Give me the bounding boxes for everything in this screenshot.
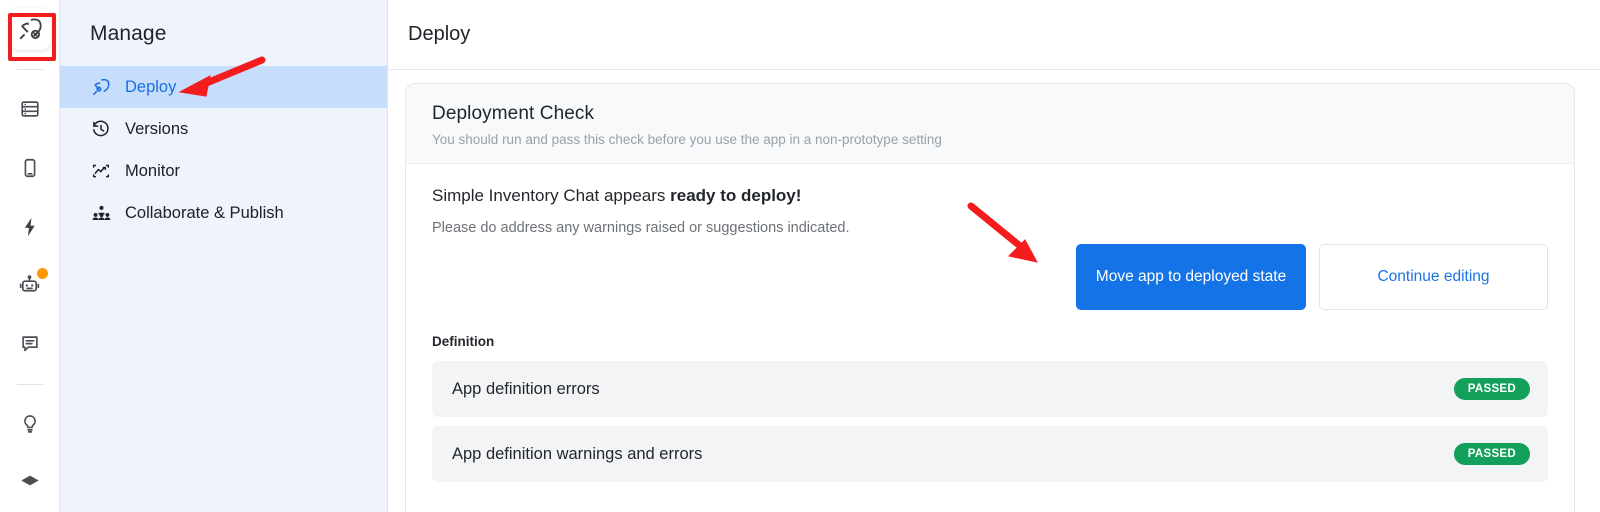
app-root: Manage Deploy Versions Monitor Collabora… <box>0 0 1600 512</box>
monitor-chart-icon <box>90 160 112 182</box>
database-icon <box>15 94 45 124</box>
check-label: App definition errors <box>452 379 600 398</box>
move-app-to-deployed-state-button[interactable]: Move app to deployed state <box>1076 244 1306 310</box>
card-body: Simple Inventory Chat appears ready to d… <box>406 164 1574 482</box>
check-row[interactable]: App definition errors PASSED <box>432 361 1548 417</box>
check-label: App definition warnings and errors <box>452 444 703 463</box>
sidebar-item-label: Versions <box>125 119 189 138</box>
sidebar-nav-list: Deploy Versions Monitor Collaborate & Pu… <box>60 66 387 234</box>
definition-section-label: Definition <box>432 334 495 349</box>
rail-item-ideas[interactable] <box>0 395 60 454</box>
check-row[interactable]: App definition warnings and errors PASSE… <box>432 426 1548 482</box>
card-subheading: You should run and pass this check befor… <box>432 132 942 147</box>
rail-item-data[interactable] <box>0 80 60 139</box>
warnings-note: Please do address any warnings raised or… <box>432 220 850 236</box>
status-badge: PASSED <box>1453 378 1530 400</box>
sidebar-title: Manage <box>90 22 167 45</box>
sidebar-item-versions[interactable]: Versions <box>60 108 387 150</box>
lightbulb-icon <box>15 409 45 439</box>
sidebar-item-collaborate-publish[interactable]: Collaborate & Publish <box>60 192 387 234</box>
status-badge: PASSED <box>1453 443 1530 465</box>
manage-sidebar: Manage Deploy Versions Monitor Collabora… <box>60 0 388 512</box>
rail-item-preview[interactable] <box>0 139 60 198</box>
rail-item-actions[interactable] <box>0 197 60 256</box>
rail-item-agent[interactable] <box>0 256 60 315</box>
lightning-icon <box>15 212 45 242</box>
card-header: Deployment Check You should run and pass… <box>406 84 1574 164</box>
sidebar-item-monitor[interactable]: Monitor <box>60 150 387 192</box>
sidebar-item-label: Monitor <box>125 161 181 180</box>
sidebar-item-label: Collaborate & Publish <box>125 203 284 222</box>
chat-icon <box>15 329 45 359</box>
ready-status-prefix: Simple Inventory Chat appears <box>432 186 671 205</box>
book-icon <box>15 468 45 498</box>
sidebar-item-deploy[interactable]: Deploy <box>60 66 387 108</box>
rail-active-tile[interactable] <box>8 8 51 51</box>
rail-item-chat[interactable] <box>0 315 60 374</box>
deployment-check-card: Deployment Check You should run and pass… <box>405 83 1575 512</box>
action-button-row: Move app to deployed state Continue edit… <box>432 244 1548 310</box>
rocket-icon <box>90 76 112 98</box>
page-title: Deploy <box>408 23 471 45</box>
rocket-icon <box>15 14 45 44</box>
ready-status-line: Simple Inventory Chat appears ready to d… <box>432 186 1548 206</box>
rail-item-docs[interactable] <box>0 453 60 512</box>
sidebar-item-label: Deploy <box>125 77 177 96</box>
icon-rail <box>0 0 60 512</box>
notification-badge-dot <box>36 268 48 279</box>
history-icon <box>90 118 112 140</box>
card-heading: Deployment Check <box>432 103 595 124</box>
ready-status-emphasis: ready to deploy! <box>670 186 802 205</box>
main-panel: Deploy Deployment Check You should run a… <box>388 0 1600 512</box>
continue-editing-button[interactable]: Continue editing <box>1319 244 1548 310</box>
device-icon <box>15 153 45 183</box>
people-icon <box>90 202 112 224</box>
rail-separator-1 <box>0 59 60 81</box>
rail-separator-2 <box>0 373 60 395</box>
main-header: Deploy <box>388 0 1600 70</box>
rail-item-deploy[interactable] <box>0 0 60 59</box>
